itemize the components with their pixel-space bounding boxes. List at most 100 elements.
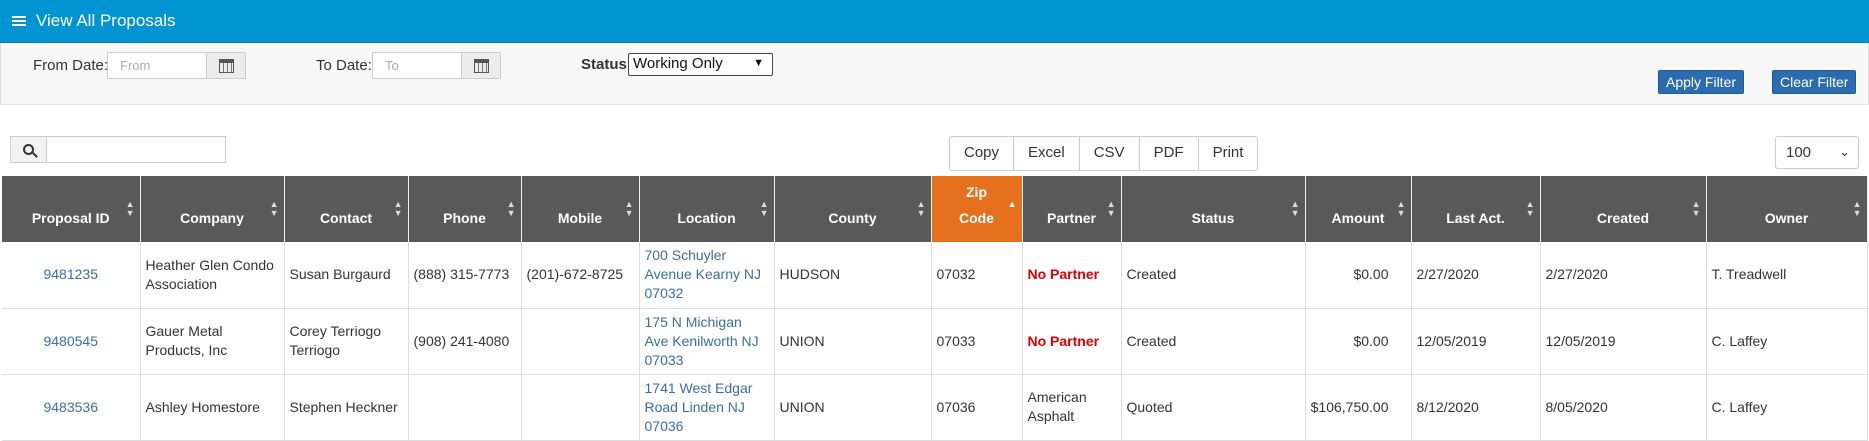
contact-cell: Susan Burgaurd <box>284 242 409 309</box>
contact-cell: Stephen Heckner <box>284 374 409 441</box>
column-header-county[interactable]: County ▲ ▼ <box>774 176 932 242</box>
filter-bar: From Date: From To Date: To Status Worki… <box>0 43 1869 105</box>
created-cell: 2/27/2020 <box>1540 242 1707 309</box>
company-cell: Heather Glen Condo Association <box>140 242 285 309</box>
column-header-location[interactable]: Location ▲ ▼ <box>639 176 775 242</box>
status-select-value: Working Only <box>633 55 723 72</box>
last-act-cell: 12/05/2019 <box>1411 308 1541 375</box>
to-date-input[interactable]: To <box>372 52 462 79</box>
sort-icon: ▲ ▼ <box>759 199 769 218</box>
sort-icon: ▲ ▼ <box>1691 199 1701 218</box>
company-cell: Ashley Homestore <box>140 374 285 441</box>
column-header-proposal-id[interactable]: Proposal ID ▲ ▼ <box>2 176 141 242</box>
sort-icon: ▲ ▼ <box>916 199 926 218</box>
phone-cell: (888) 315-7773 <box>408 242 522 309</box>
calendar-icon <box>218 58 234 73</box>
location-link[interactable]: 1741 West Edgar Road Linden NJ 07036 <box>645 380 753 434</box>
sort-icon: ▲ ▼ <box>1852 199 1862 218</box>
sort-icon: ▲ ▼ <box>624 199 634 218</box>
column-header-company[interactable]: Company ▲ ▼ <box>140 176 285 242</box>
county-cell: HUDSON <box>774 242 932 309</box>
sort-icon: ▲ ▼ <box>1106 199 1116 218</box>
column-header-phone[interactable]: Phone ▲ ▼ <box>408 176 522 242</box>
sort-icon: ▲ ▼ <box>393 199 403 218</box>
from-date-input[interactable]: From <box>107 52 207 79</box>
phone-cell <box>408 374 522 441</box>
column-header-created[interactable]: Created ▲ ▼ <box>1540 176 1707 242</box>
zip-cell: 07033 <box>931 308 1023 375</box>
sort-asc-icon: ▲ <box>1007 199 1017 209</box>
last-act-cell: 8/12/2020 <box>1411 374 1541 441</box>
from-date-calendar-button[interactable] <box>206 52 246 79</box>
excel-button[interactable]: Excel <box>1013 136 1080 171</box>
column-header-zip-code[interactable]: Zip Code ▲ <box>931 176 1023 242</box>
sort-icon: ▲ ▼ <box>269 199 279 218</box>
search-icon <box>23 144 34 155</box>
sort-icon: ▲ ▼ <box>125 199 135 218</box>
owner-cell: C. Laffey <box>1706 374 1868 441</box>
clear-filter-button[interactable]: Clear Filter <box>1772 70 1857 94</box>
proposal-id-link[interactable]: 9483536 <box>43 399 98 415</box>
amount-cell: $0.00 <box>1305 308 1412 375</box>
proposals-table: Proposal ID ▲ ▼ Company ▲ ▼ Contact ▲ ▼ Phone ▲… <box>2 176 1868 441</box>
calendar-icon <box>473 58 489 73</box>
county-cell: UNION <box>774 374 932 441</box>
copy-button[interactable]: Copy <box>949 136 1015 171</box>
contact-cell: Corey Terriogo Terriogo <box>284 308 409 375</box>
column-header-partner[interactable]: Partner ▲ ▼ <box>1022 176 1122 242</box>
sort-icon: ▲ ▼ <box>1396 199 1406 218</box>
status-cell: Quoted <box>1121 374 1306 441</box>
sort-icon: ▲ ▼ <box>506 199 516 218</box>
created-cell: 12/05/2019 <box>1540 308 1707 375</box>
column-header-mobile[interactable]: Mobile ▲ ▼ <box>521 176 640 242</box>
pdf-button[interactable]: PDF <box>1138 136 1199 171</box>
csv-button[interactable]: CSV <box>1078 136 1140 171</box>
status-cell: Created <box>1121 242 1306 309</box>
page-size-value: 100 <box>1786 144 1812 161</box>
search-button[interactable] <box>10 136 46 163</box>
location-link[interactable]: 700 Schuyler Avenue Kearny NJ 07032 <box>645 247 761 301</box>
company-cell: Gauer Metal Products, Inc <box>140 308 285 375</box>
column-header-owner[interactable]: Owner ▲ ▼ <box>1706 176 1868 242</box>
county-cell: UNION <box>774 308 932 375</box>
sort-icon: ▲ ▼ <box>1525 199 1535 218</box>
table-row: 9483536 Ashley Homestore Stephen Heckner… <box>2 374 1868 441</box>
zip-cell: 07036 <box>931 374 1023 441</box>
owner-cell: T. Treadwell <box>1706 242 1868 309</box>
status-select[interactable]: Working Only ▼ <box>628 53 773 76</box>
sort-icon: ▲ ▼ <box>1290 199 1300 218</box>
to-date-calendar-button[interactable] <box>461 52 501 79</box>
column-header-contact[interactable]: Contact ▲ ▼ <box>284 176 409 242</box>
created-cell: 8/05/2020 <box>1540 374 1707 441</box>
mobile-cell: (201)-672-8725 <box>521 242 640 309</box>
proposal-id-link[interactable]: 9481235 <box>43 266 98 282</box>
amount-cell: $0.00 <box>1305 242 1412 309</box>
page-title: View All Proposals <box>36 11 176 30</box>
zip-cell: 07032 <box>931 242 1023 309</box>
from-date-label: From Date: <box>33 57 109 74</box>
mobile-cell <box>521 308 640 375</box>
mobile-cell <box>521 374 640 441</box>
location-link[interactable]: 175 N Michigan Ave Kenilworth NJ 07033 <box>645 314 759 368</box>
amount-cell: $106,750.00 <box>1305 374 1412 441</box>
column-header-status[interactable]: Status ▲ ▼ <box>1121 176 1306 242</box>
to-date-label: To Date: <box>316 57 372 74</box>
partner-cell: No Partner <box>1022 242 1122 309</box>
status-label: Status <box>581 56 627 73</box>
page-header: View All Proposals <box>0 0 1869 43</box>
apply-filter-button[interactable]: Apply Filter <box>1658 70 1745 94</box>
chevron-down-icon: ⌄ <box>1839 144 1850 159</box>
search-input[interactable] <box>46 136 226 163</box>
last-act-cell: 2/27/2020 <box>1411 242 1541 309</box>
column-header-last-act[interactable]: Last Act. ▲ ▼ <box>1411 176 1541 242</box>
owner-cell: C. Laffey <box>1706 308 1868 375</box>
column-header-amount[interactable]: Amount ▲ ▼ <box>1305 176 1412 242</box>
table-toolbar: Copy Excel CSV PDF Print 100 ⌄ <box>0 128 1869 176</box>
export-button-group: Copy Excel CSV PDF Print <box>949 136 1259 171</box>
proposal-id-link[interactable]: 9480545 <box>43 333 98 349</box>
search-box <box>10 136 226 163</box>
print-button[interactable]: Print <box>1197 136 1259 171</box>
phone-cell: (908) 241-4080 <box>408 308 522 375</box>
partner-cell: No Partner <box>1022 308 1122 375</box>
page-size-select[interactable]: 100 ⌄ <box>1775 136 1859 169</box>
